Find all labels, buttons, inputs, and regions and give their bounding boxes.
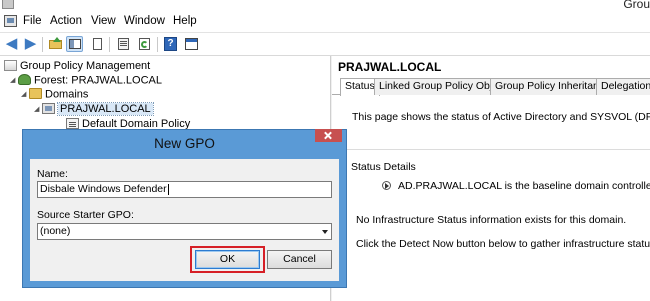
app-icon [2,0,14,9]
ok-button[interactable]: OK [195,250,260,269]
tab-strip: Status Linked Group Policy Objects Group… [332,78,650,96]
status-info-icon [382,181,391,190]
title-bar: Grou [0,0,650,11]
folder-icon [29,88,42,99]
section-divider [346,149,650,150]
domain-icon [42,103,55,114]
starter-gpo-value: (none) [40,225,71,237]
tree-node-label: Group Policy Management [20,60,151,72]
status-intro-text: This page shows the status of Active Dir… [352,111,650,123]
show-tree-icon[interactable] [66,36,83,52]
dialog-title: New GPO [154,136,215,151]
tree-node-domain[interactable]: ◢ PRAJWAL.LOCAL [34,102,154,117]
toolbar-separator [157,37,158,52]
window-title: Grou [623,0,650,11]
menu-file[interactable]: File [23,15,42,27]
gpo-link-icon [66,117,79,129]
expanded-chevron-icon[interactable]: ◢ [21,87,29,102]
menu-action[interactable]: Action [50,15,82,27]
menu-bar: File Action View Window Help [0,11,650,33]
export-list-icon[interactable] [115,36,132,52]
domain-heading: PRAJWAL.LOCAL [338,60,442,74]
status-tab-content: This page shows the status of Active Dir… [332,95,650,301]
tree-node-forest[interactable]: ◢ Forest: PRAJWAL.LOCAL [10,73,162,88]
close-icon[interactable] [315,129,342,142]
tree-node-domains[interactable]: ◢ Domains [21,87,88,102]
up-folder-icon[interactable] [47,36,64,52]
tree-node-label: PRAJWAL.LOCAL [57,102,154,117]
properties-icon[interactable] [89,36,106,52]
refresh-icon[interactable] [136,36,153,52]
tab-delegation[interactable]: Delegation [596,78,650,95]
starter-gpo-select[interactable]: (none) [37,223,332,240]
forest-icon [18,74,31,85]
status-details-label: Status Details [351,161,416,173]
expanded-chevron-icon[interactable]: ◢ [10,73,18,88]
detect-now-text: Click the Detect Now button below to gat… [356,238,650,250]
toolbar-separator [42,37,43,52]
toolbar: ◀ ▶ ? [0,33,650,56]
menu-view[interactable]: View [91,15,116,27]
menu-help[interactable]: Help [173,15,197,27]
gpo-name-value: Disbale Windows Defender [40,183,167,195]
toolbar-separator [109,37,110,52]
tree-node-label: Domains [45,88,89,101]
cancel-button[interactable]: Cancel [267,250,332,269]
tree-node-gpm[interactable]: Group Policy Management [4,59,150,74]
baseline-dc-text: AD.PRAJWAL.LOCAL is the baseline domain … [398,180,650,192]
console-icon[interactable] [183,36,200,52]
gpm-icon [4,59,17,71]
menu-window[interactable]: Window [124,15,165,27]
gpmc-window: Grou File Action View Window Help ◀ ▶ ? … [0,0,650,301]
gpo-name-input[interactable]: Disbale Windows Defender [37,181,332,198]
forward-icon[interactable]: ▶ [22,36,39,52]
tree-node-label: Forest: PRAJWAL.LOCAL [34,74,162,87]
dialog-body: Name: Disbale Windows Defender Source St… [30,159,339,281]
text-caret [167,183,169,195]
details-pane: PRAJWAL.LOCAL Status Linked Group Policy… [332,56,650,301]
new-gpo-dialog: New GPO Name: Disbale Windows Defender S… [22,129,347,288]
expanded-chevron-icon[interactable]: ◢ [34,102,42,117]
console-menu-icon[interactable] [4,15,17,27]
help-icon[interactable]: ? [162,36,179,52]
name-label: Name: [37,168,68,180]
back-icon[interactable]: ◀ [3,36,20,52]
no-infrastructure-text: No Infrastructure Status information exi… [356,214,627,226]
starter-gpo-label: Source Starter GPO: [37,209,134,221]
dropdown-arrow-icon [322,230,328,234]
